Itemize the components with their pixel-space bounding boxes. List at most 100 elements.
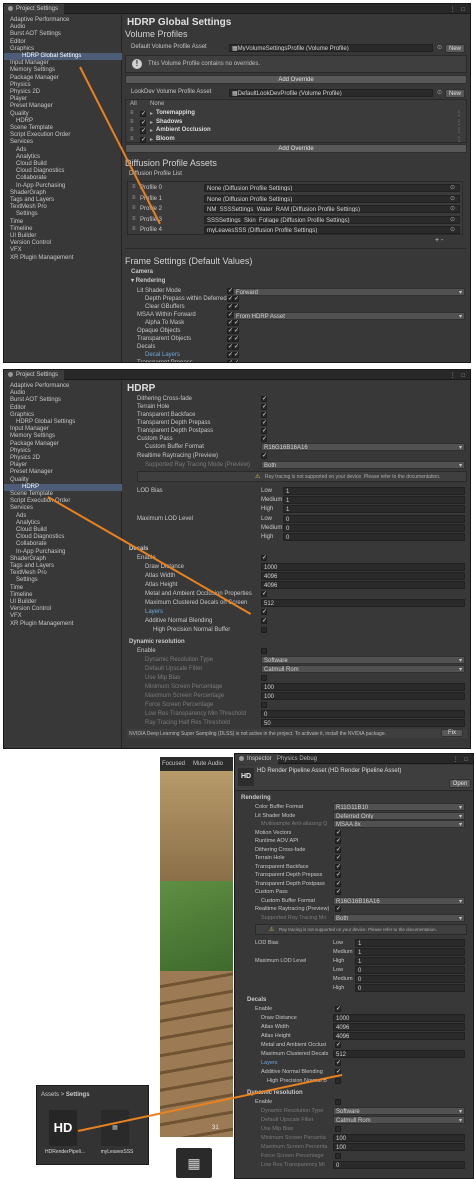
max-screen-field[interactable]: 100 [261, 692, 465, 700]
sidebar-item[interactable]: Settings [4, 211, 122, 218]
profile-field[interactable]: None (Diffusion Profile Settings) [204, 194, 460, 203]
min-screen-field[interactable]: 100 [261, 683, 465, 691]
max-lod-field[interactable]: 0 [283, 533, 465, 541]
sidebar-item[interactable]: TextMesh Pro [4, 204, 122, 211]
object-picker-icon[interactable]: ⊙ [450, 195, 455, 202]
max-clustered-field[interactable]: 512 [261, 599, 465, 607]
breadcrumb-settings[interactable]: Settings [66, 1092, 90, 1098]
low-res-min-field[interactable]: 0 [261, 710, 465, 718]
upscale-dropdown[interactable]: Catmull Rom [261, 665, 465, 673]
sidebar-item[interactable]: Physics 2D [4, 89, 122, 96]
override-name[interactable]: Tonemapping [156, 110, 195, 116]
enable-checkbox[interactable]: ✓ [335, 1005, 341, 1012]
layers-checkbox[interactable]: ✓ [261, 609, 267, 615]
chevron-right-icon[interactable]: ▸ [150, 119, 153, 126]
sidebar-item[interactable]: Version Control [4, 240, 122, 247]
ray-half-field[interactable]: 50 [261, 719, 465, 727]
lod-bias-field[interactable]: 1 [355, 956, 465, 965]
sidebar-item[interactable]: TextMesh Pro [4, 570, 122, 577]
max-lod-field[interactable]: 0 [283, 524, 465, 532]
sidebar-item[interactable]: Script Execution Order [4, 132, 122, 139]
metal-ao-checkbox[interactable]: ✓ [335, 1041, 341, 1048]
open-button[interactable]: Open [449, 779, 471, 788]
override-checkbox[interactable]: ✓ [140, 128, 146, 134]
asset-label[interactable]: myLeavesSSS [93, 1149, 141, 1155]
enable-checkbox[interactable] [261, 648, 267, 654]
override-checkbox[interactable]: ✓ [140, 111, 146, 117]
sidebar-item[interactable]: XR Plugin Management [4, 621, 122, 628]
drag-handle-icon[interactable]: ≡ [132, 216, 136, 222]
drag-handle-icon[interactable]: ≡ [132, 205, 136, 211]
hp-normal-checkbox[interactable] [261, 627, 267, 633]
chevron-right-icon[interactable]: ▸ [150, 136, 153, 143]
more-icon[interactable]: ⋮ [456, 119, 462, 126]
atlas-height-field[interactable]: 4096 [333, 1031, 465, 1040]
sidebar-item[interactable]: ShaderGraph [4, 190, 122, 197]
sidebar-item[interactable]: Audio [4, 390, 122, 397]
decal-layers-checkbox[interactable]: ✓ [233, 352, 239, 358]
max-lod-field[interactable]: 0 [355, 965, 465, 974]
upscale-dropdown[interactable]: Catmull Rom [333, 1115, 465, 1124]
sss-asset-thumbnail[interactable]: ▦ [101, 1110, 129, 1146]
custom-buffer-dropdown[interactable]: R16G16B16A16 [261, 443, 465, 451]
raytracing-checkbox[interactable]: ✓ [335, 906, 341, 912]
sidebar-item[interactable]: Graphics [4, 46, 122, 53]
mute-audio-button[interactable]: Mute Audio [193, 761, 223, 767]
sidebar-item[interactable]: Physics 2D [4, 455, 122, 462]
add-override-button[interactable]: Add Override [125, 144, 467, 153]
sidebar-item[interactable]: Settings [4, 577, 122, 584]
sidebar-item[interactable]: Scene Template [4, 125, 122, 132]
raytracing-checkbox[interactable]: ✓ [261, 453, 267, 459]
atlas-width-field[interactable]: 4096 [261, 572, 465, 580]
sidebar-item[interactable]: Adaptive Performance [4, 383, 122, 390]
sidebar-item[interactable]: In-App Purchasing [4, 183, 122, 190]
lod-bias-field[interactable]: 1 [355, 947, 465, 956]
sidebar-item[interactable]: Physics [4, 82, 122, 89]
camera-tab[interactable]: Camera [131, 268, 153, 277]
msaa-dropdown[interactable]: MSAA 8x [333, 820, 465, 828]
sidebar-item[interactable]: Player [4, 96, 122, 103]
sidebar-item[interactable]: Tags and Layers [4, 563, 122, 570]
lit-shader-dropdown[interactable]: Forward [233, 288, 465, 296]
sidebar-item[interactable]: Input Manager [4, 426, 122, 433]
window-menu-icon[interactable]: ⋮ □ [453, 756, 470, 763]
1-checkbox[interactable]: ✓ [261, 404, 267, 410]
tab-physics-debug[interactable]: Physics Debug [277, 756, 317, 762]
sidebar-item[interactable]: Package Manager [4, 75, 122, 82]
sidebar-item[interactable]: Cloud Build [4, 161, 122, 168]
rendering-foldout[interactable]: Rendering [241, 794, 271, 803]
sidebar-item[interactable]: HDRP Global Settings [4, 419, 122, 426]
profile-field[interactable]: NM_SSSSettings_Water_RAM (Diffusion Prof… [204, 205, 460, 213]
dyn-res-type-dropdown[interactable]: Software [261, 656, 465, 664]
sidebar-item[interactable]: XR Plugin Management [4, 255, 122, 262]
more-icon[interactable]: ⋮ [456, 127, 462, 134]
sidebar-item[interactable]: Analytics [4, 154, 122, 161]
sidebar-item[interactable]: Scene Template [4, 491, 122, 498]
sidebar-item[interactable]: VFX [4, 613, 122, 620]
supported-rt-dropdown[interactable]: Both [333, 913, 465, 922]
sidebar-item[interactable]: ShaderGraph [4, 556, 122, 563]
fix-button[interactable]: Fix [441, 729, 463, 737]
additive-normal-checkbox[interactable]: ✓ [261, 618, 267, 624]
lod-bias-field[interactable]: 1 [283, 505, 465, 513]
dyn-res-type-dropdown[interactable]: Software [333, 1106, 465, 1115]
sidebar-item[interactable]: Analytics [4, 520, 122, 527]
sidebar-item[interactable]: UI Builder [4, 599, 122, 606]
sidebar-item[interactable]: Graphics [4, 412, 122, 419]
override-all-toggle[interactable]: All [130, 101, 137, 107]
profile-field[interactable]: SSSSettings_Skin_Foliage (Diffusion Prof… [204, 215, 460, 224]
3-checkbox[interactable]: ✓ [261, 420, 267, 426]
sidebar-item[interactable]: UI Builder [4, 233, 122, 240]
window-menu-icon[interactable]: ⋮ □ [450, 372, 467, 379]
atlas-height-field[interactable]: 4096 [261, 581, 465, 589]
draw-distance-field[interactable]: 1000 [333, 1013, 465, 1022]
sss-asset-large-thumbnail[interactable]: ▦ [176, 1148, 212, 1178]
transparent-prepass-checkbox[interactable]: ✓ [233, 360, 239, 362]
force-screen-checkbox[interactable] [335, 1152, 341, 1159]
lookdev-volume-field[interactable]: ▦DefaultLookDevProfile (Volume Profile) [229, 89, 433, 97]
new-button[interactable]: New [445, 89, 465, 98]
0-checkbox[interactable]: ✓ [261, 396, 267, 402]
4-checkbox[interactable]: ✓ [335, 863, 341, 870]
atlas-width-field[interactable]: 4096 [333, 1022, 465, 1031]
7-checkbox[interactable]: ✓ [335, 889, 341, 895]
